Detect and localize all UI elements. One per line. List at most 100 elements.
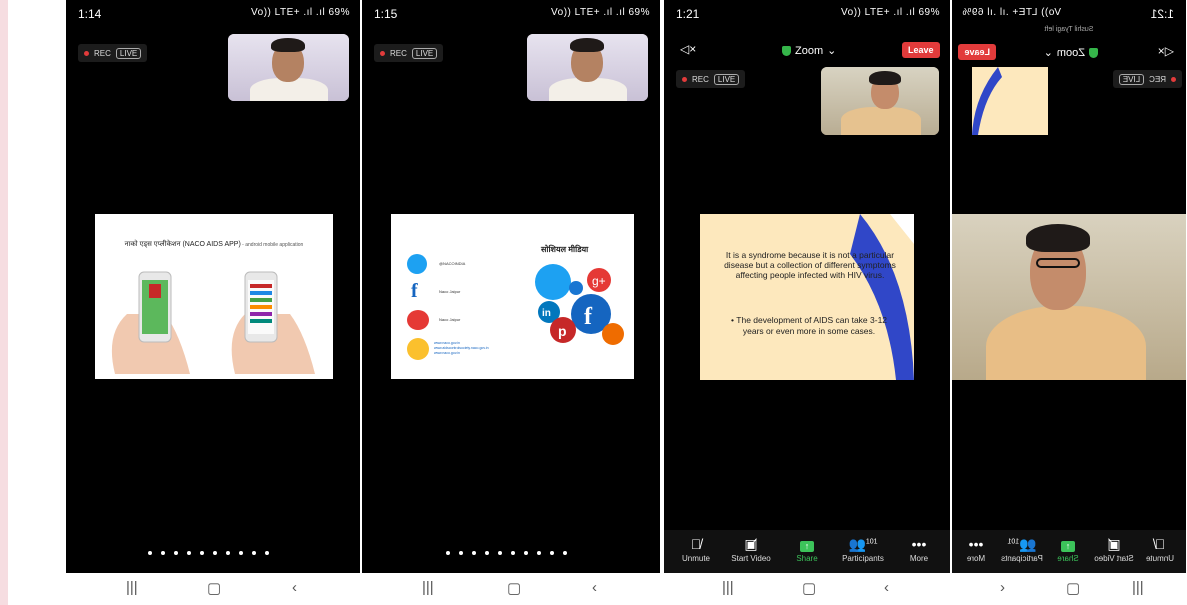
share-button[interactable]: ↑ Share	[777, 536, 837, 563]
youtube-icon	[407, 310, 429, 330]
leave-button[interactable]: Leave	[902, 42, 940, 58]
zoom-meeting-view: 1:21 Vo)) LTE+ .ıl .ıl 69% Sushil Tyagi …	[952, 0, 1186, 573]
zoom-menu[interactable]: Zoom ⌄	[782, 44, 836, 57]
rec-label: REC	[692, 74, 709, 84]
slide-bullet: • The development of AIDS can take 3-12 …	[730, 315, 888, 336]
rec-label: REC	[94, 48, 111, 58]
back-icon[interactable]: ‹	[884, 579, 889, 596]
svg-text:p: p	[558, 323, 567, 339]
meeting-toolbar: 🎙̸ Unmute ▣̸ Start Video ↑ Share 👥101 Partic…	[664, 530, 950, 573]
phone-screen-3: 1:21 Vo)) LTE+ .ıl .ıl 69% ◁× Zoom ⌄ Lea…	[664, 0, 950, 605]
more-button[interactable]: ••• More	[889, 536, 949, 563]
chevron-down-icon: ⌄	[1043, 47, 1053, 59]
speaker-muted-icon[interactable]: ◁×	[1158, 44, 1174, 58]
speaker-video-thumbnail[interactable]	[228, 34, 349, 101]
status-bar: 1:15 Vo)) LTE+ .ıl .ıl 69%	[362, 0, 660, 26]
back-icon[interactable]: ‹	[592, 579, 597, 596]
zoom-meeting-view: 1:21 Vo)) LTE+ .ıl .ıl 69% ◁× Zoom ⌄ Lea…	[664, 0, 950, 573]
social-media-cluster-icon: g+ f in p	[535, 264, 624, 345]
zoom-label: Zoom	[1056, 46, 1085, 59]
signal-battery-icons: Vo)) LTE+ .ıl .ıl 69%	[962, 7, 1061, 18]
phone-screen-2: 1:15 Vo)) LTE+ .ıl .ıl 69% REC LIVE सोशि…	[362, 0, 660, 605]
recent-apps-icon[interactable]: |||	[722, 579, 734, 596]
twitter-handle: @NACOINDIA	[439, 261, 466, 266]
web-links: www.naco.gov.in www.aidscontrolsociety.n…	[434, 341, 489, 355]
android-nav-bar: › ▢ |||	[952, 573, 1186, 605]
zoom-label: Zoom	[795, 44, 824, 57]
live-label: LIVE	[115, 47, 142, 59]
slide-paragraph: It is a syndrome because it is not a par…	[724, 250, 896, 280]
web-globe-icon	[407, 338, 429, 360]
recording-badge: REC LIVE	[676, 70, 746, 88]
active-speaker-video[interactable]	[952, 214, 1186, 380]
meeting-top-bar: ◁× Zoom ⌄ Leave	[664, 36, 950, 64]
phone-illustration-icon	[111, 271, 315, 374]
home-icon[interactable]: ▢	[1066, 579, 1080, 597]
signal-battery-icons: Vo)) LTE+ .ıl .ıl 69%	[551, 7, 650, 18]
speaker-muted-icon[interactable]: ◁×	[680, 42, 696, 56]
record-dot-icon	[682, 76, 687, 82]
live-label: LIVE	[411, 47, 438, 59]
speaker-video-thumbnail[interactable]	[821, 67, 939, 135]
live-label: LIVE	[713, 73, 740, 85]
meeting-toolbar: 🎙̸ Unmute ▣̸ Start Video ↑ Share 👥101 Partic…	[952, 530, 1186, 573]
speaker-video-thumbnail[interactable]	[527, 34, 648, 101]
security-shield-icon	[1089, 47, 1098, 58]
recording-badge: REC LIVE	[78, 44, 148, 62]
clock: 1:15	[374, 7, 398, 21]
svg-text:in: in	[542, 308, 551, 319]
recent-apps-icon[interactable]: |||	[126, 579, 138, 596]
video-off-icon: ▣̸	[744, 536, 758, 552]
zoom-menu[interactable]: Zoom ⌄	[1044, 46, 1098, 59]
more-dots-icon: •••	[911, 536, 927, 552]
svg-text:f: f	[584, 304, 593, 330]
share-arrow-icon: ↑	[1061, 541, 1075, 552]
home-icon[interactable]: ▢	[802, 579, 816, 597]
mic-off-icon: 🎙̸	[690, 536, 702, 552]
back-icon[interactable]: ›	[1000, 579, 1005, 596]
shared-slide-thumbnail[interactable]	[972, 67, 1048, 135]
security-shield-icon	[782, 45, 791, 56]
more-dots-icon: •••	[968, 536, 984, 552]
youtube-channel: Naco Jaipur	[439, 317, 461, 322]
meeting-top-bar: ◁× Zoom ⌄ Leave	[952, 38, 1186, 66]
home-icon[interactable]: ▢	[507, 579, 521, 597]
record-dot-icon	[84, 50, 89, 56]
phone-screen-1: 1:14 Vo)) LTE+ .ıl .ıl 69% REC LIVE नाको…	[66, 0, 360, 605]
back-icon[interactable]: ‹	[292, 579, 297, 596]
more-button[interactable]: ••• More	[952, 536, 1006, 563]
signal-battery-icons: Vo)) LTE+ .ıl .ıl 69%	[251, 7, 350, 18]
svg-text:g+: g+	[592, 274, 606, 288]
start-video-button[interactable]: ▣̸ Start Video	[721, 536, 781, 563]
zoom-meeting-view: 1:15 Vo)) LTE+ .ıl .ıl 69% REC LIVE सोशि…	[362, 0, 660, 573]
recent-apps-icon[interactable]: |||	[1132, 579, 1144, 596]
zoom-meeting-view: 1:14 Vo)) LTE+ .ıl .ıl 69% REC LIVE नाको…	[66, 0, 360, 573]
rec-label: REC	[1149, 74, 1166, 84]
record-dot-icon	[1171, 76, 1176, 82]
live-label: LIVE	[1118, 73, 1145, 85]
screenshot-collage: 1:14 Vo)) LTE+ .ıl .ıl 69% REC LIVE नाको…	[0, 0, 1187, 605]
share-arrow-icon: ↑	[800, 541, 814, 552]
shared-slide: It is a syndrome because it is not a par…	[700, 214, 914, 380]
android-nav-bar: ||| ▢ ‹	[362, 573, 660, 605]
home-icon[interactable]: ▢	[207, 579, 221, 597]
shared-slide: सोशियल मीडिया @NACOINDIA f Naco Jaipur N…	[391, 214, 634, 379]
facebook-icon: f	[411, 280, 418, 302]
twitter-icon	[407, 254, 427, 274]
shared-slide: नाको एड्स एप्लीकेशन (NACO AIDS APP) - an…	[95, 214, 333, 379]
android-nav-bar: ||| ▢ ‹	[664, 573, 950, 605]
unmute-button[interactable]: 🎙̸ Unmute	[666, 536, 726, 563]
status-bar: 1:14 Vo)) LTE+ .ıl .ıl 69%	[66, 0, 360, 26]
chevron-down-icon: ⌄	[827, 45, 837, 57]
phone-screen-4-mirrored: 1:21 Vo)) LTE+ .ıl .ıl 69% Sushil Tyagi …	[952, 0, 1186, 605]
recent-apps-icon[interactable]: |||	[422, 579, 434, 596]
recording-badge: REC LIVE	[374, 44, 444, 62]
slide-title: नाको एड्स एप्लीकेशन (NACO AIDS APP) - an…	[124, 241, 304, 248]
page-indicator	[446, 551, 567, 555]
left-border	[0, 0, 8, 605]
clock: 1:21	[676, 7, 700, 21]
leave-button[interactable]: Leave	[958, 44, 996, 60]
status-bar: 1:21 Vo)) LTE+ .ıl .ıl 69%	[952, 0, 1186, 26]
participants-button[interactable]: 👥101 Participants	[833, 536, 893, 563]
left-notice: Sushil Tyagi left	[1044, 26, 1094, 33]
